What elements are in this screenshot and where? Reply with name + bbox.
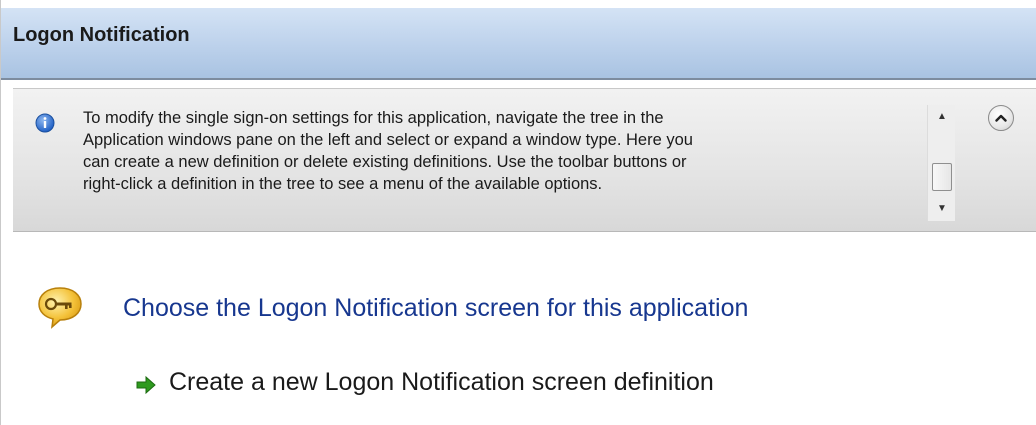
panel-title: Logon Notification	[13, 24, 190, 46]
key-speech-bubble-icon	[38, 287, 82, 329]
scroll-down-arrow-icon[interactable]: ▼	[928, 199, 956, 219]
info-text-line: right-click a definition in the tree to …	[83, 175, 603, 193]
create-logon-notification-link[interactable]: Create a new Logon Notification screen d…	[169, 368, 714, 397]
panel-header: Logon Notification	[1, 8, 1036, 80]
info-text-line: Application windows pane on the left and…	[83, 131, 693, 149]
info-scrollbar[interactable]: ▲ ▼	[927, 105, 955, 221]
info-text-line: To modify the single sign-on settings fo…	[83, 109, 664, 127]
info-text-line: can create a new definition or delete ex…	[83, 153, 687, 171]
info-banner: To modify the single sign-on settings fo…	[13, 88, 1036, 232]
info-text: To modify the single sign-on settings fo…	[83, 107, 913, 195]
scroll-up-arrow-icon[interactable]: ▲	[928, 107, 956, 127]
info-icon	[35, 113, 55, 133]
logon-notification-panel: Logon Notification To modify the single …	[0, 0, 1036, 425]
scrollbar-thumb[interactable]	[932, 163, 952, 191]
green-arrow-icon[interactable]	[135, 374, 157, 396]
collapse-button[interactable]	[988, 105, 1014, 131]
task-title: Choose the Logon Notification screen for…	[123, 294, 749, 322]
chevron-up-icon	[995, 114, 1007, 122]
